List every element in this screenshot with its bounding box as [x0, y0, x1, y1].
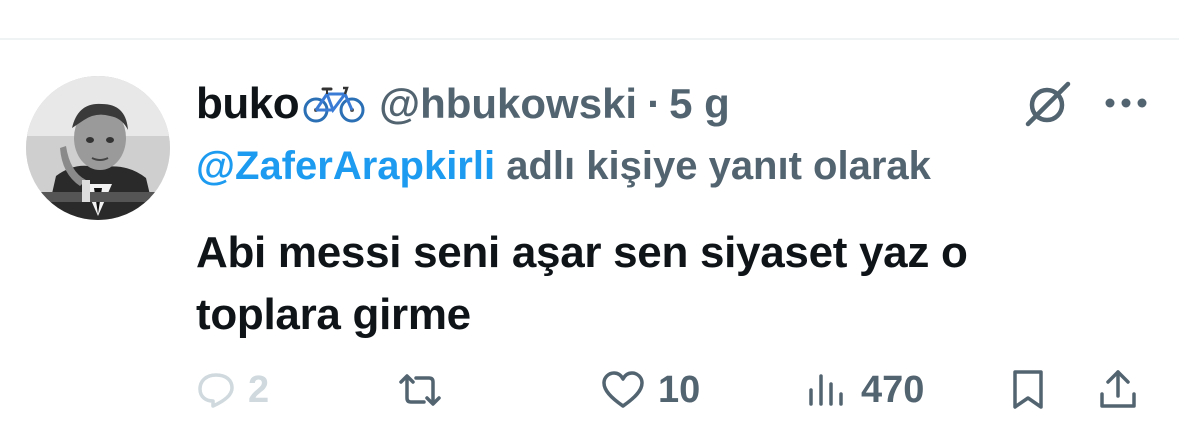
analytics-icon	[805, 370, 849, 410]
heart-icon	[600, 370, 646, 410]
tweet-card[interactable]: buko @hbukowski · 5 g @ZaferArapkirli ad…	[0, 40, 1179, 445]
views-count: 470	[861, 368, 925, 411]
reply-context: @ZaferArapkirli adlı kişiye yanıt olarak	[196, 144, 931, 189]
avatar[interactable]	[26, 76, 170, 220]
grok-icon[interactable]	[1022, 78, 1074, 130]
action-bar: 2 10 470	[0, 360, 1179, 420]
reply-count: 2	[248, 368, 270, 411]
user-handle[interactable]: @hbukowski	[379, 80, 637, 128]
display-name[interactable]: buko	[196, 79, 300, 129]
reply-button[interactable]: 2	[196, 360, 269, 420]
reply-suffix: adlı kişiye yanıt olarak	[495, 144, 931, 188]
mention-link[interactable]: @ZaferArapkirli	[196, 144, 495, 188]
bookmark-icon	[1008, 368, 1048, 412]
bicycle-icon	[303, 84, 365, 124]
retweet-icon	[396, 370, 444, 410]
like-count: 10	[658, 368, 701, 411]
reply-icon	[196, 370, 236, 410]
views-button[interactable]: 470	[805, 360, 924, 420]
tweet-header: buko @hbukowski · 5 g	[196, 74, 730, 134]
like-button[interactable]: 10	[600, 360, 700, 420]
share-icon	[1096, 368, 1140, 412]
more-options-icon[interactable]	[1100, 88, 1152, 118]
bookmark-button[interactable]	[1008, 360, 1048, 420]
retweet-button[interactable]	[396, 360, 456, 420]
separator-dot: ·	[647, 80, 662, 127]
timestamp[interactable]: 5 g	[669, 80, 730, 128]
tweet-text: Abi messi seni aşar sen siyaset yaz o to…	[196, 228, 968, 339]
share-button[interactable]	[1096, 360, 1140, 420]
